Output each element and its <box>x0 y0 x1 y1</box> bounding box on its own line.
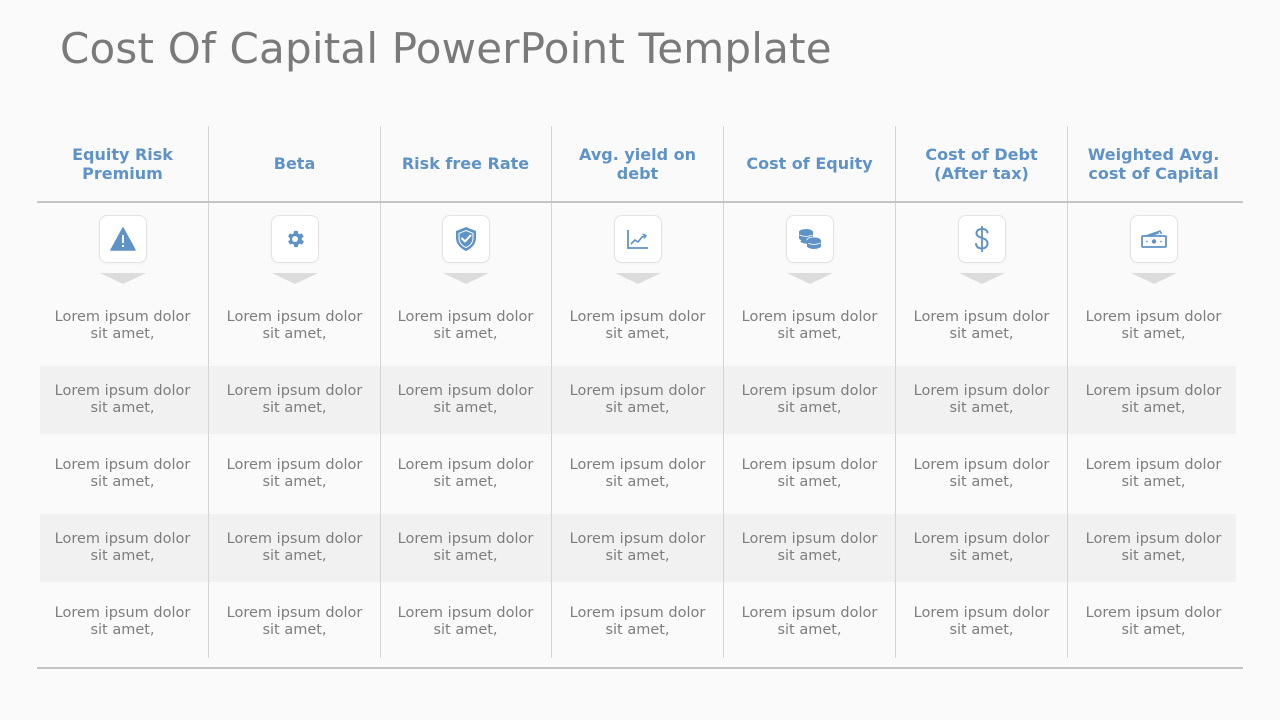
icon-tile <box>785 215 834 263</box>
page-title: Cost Of Capital PowerPoint Template <box>60 24 832 73</box>
table-cell: Lorem ipsum dolor sit amet, <box>741 457 878 490</box>
icon-tile <box>957 215 1006 263</box>
table-cell: Lorem ipsum dolor sit amet, <box>1085 531 1222 564</box>
table-cell: Lorem ipsum dolor sit amet, <box>226 531 363 564</box>
table-cell: Lorem ipsum dolor sit amet, <box>913 457 1050 490</box>
table-cell: Lorem ipsum dolor sit amet, <box>54 531 191 564</box>
table-cell: Lorem ipsum dolor sit amet, <box>569 383 706 416</box>
cost-of-capital-table: Equity Risk Premium Lorem ipsum dolor si… <box>37 126 1243 670</box>
table-cell: Lorem ipsum dolor sit amet, <box>741 309 878 342</box>
icon-tile <box>98 215 147 263</box>
column-header: Cost of Debt (After tax) <box>925 144 1038 183</box>
table-cell: Lorem ipsum dolor sit amet, <box>1085 605 1222 638</box>
column-header: Beta <box>273 154 316 173</box>
table-cell: Lorem ipsum dolor sit amet, <box>397 605 534 638</box>
table-cell: Lorem ipsum dolor sit amet, <box>397 457 534 490</box>
pointer-arrow <box>99 273 146 284</box>
pointer-arrow <box>958 273 1005 284</box>
table-cell: Lorem ipsum dolor sit amet, <box>226 309 363 342</box>
table-cell: Lorem ipsum dolor sit amet, <box>741 383 878 416</box>
table-cell: Lorem ipsum dolor sit amet, <box>54 605 191 638</box>
table-cell: Lorem ipsum dolor sit amet, <box>54 383 191 416</box>
table-cell: Lorem ipsum dolor sit amet, <box>397 531 534 564</box>
table-cell: Lorem ipsum dolor sit amet, <box>226 383 363 416</box>
table-cell: Lorem ipsum dolor sit amet, <box>741 605 878 638</box>
icon-tile <box>613 215 662 263</box>
table-cell: Lorem ipsum dolor sit amet, <box>913 383 1050 416</box>
table-cell: Lorem ipsum dolor sit amet, <box>226 457 363 490</box>
table-cell: Lorem ipsum dolor sit amet, <box>569 605 706 638</box>
table-cell: Lorem ipsum dolor sit amet, <box>913 605 1050 638</box>
column-header: Equity Risk Premium <box>72 144 173 183</box>
column-header: Risk free Rate <box>401 154 530 173</box>
dollar-icon <box>974 226 989 252</box>
table-cell: Lorem ipsum dolor sit amet, <box>913 531 1050 564</box>
pointer-arrow <box>442 273 489 284</box>
table-cell: Lorem ipsum dolor sit amet, <box>397 383 534 416</box>
cash-icon <box>1140 230 1167 248</box>
icon-tile <box>441 215 490 263</box>
column-header: Avg. yield on debt <box>579 144 696 183</box>
table-cell: Lorem ipsum dolor sit amet, <box>54 457 191 490</box>
icon-tile <box>1129 215 1178 263</box>
pointer-arrow <box>614 273 661 284</box>
warning-icon <box>109 227 136 251</box>
pointer-arrow <box>271 273 318 284</box>
table-cell: Lorem ipsum dolor sit amet, <box>397 309 534 342</box>
table-cell: Lorem ipsum dolor sit amet, <box>569 309 706 342</box>
header-divider <box>37 201 1243 203</box>
icon-tile <box>270 215 319 263</box>
table-cell: Lorem ipsum dolor sit amet, <box>1085 309 1222 342</box>
table-cell: Lorem ipsum dolor sit amet, <box>569 531 706 564</box>
gear-icon <box>287 230 304 248</box>
table-cell: Lorem ipsum dolor sit amet, <box>226 605 363 638</box>
table-cell: Lorem ipsum dolor sit amet, <box>569 457 706 490</box>
table-bottom-rule <box>37 667 1243 669</box>
coins-icon <box>798 229 821 249</box>
column-header: Cost of Equity <box>746 154 873 173</box>
table-cell: Lorem ipsum dolor sit amet, <box>54 309 191 342</box>
shield-check-icon <box>455 227 476 251</box>
table-cell: Lorem ipsum dolor sit amet, <box>913 309 1050 342</box>
table-cell: Lorem ipsum dolor sit amet, <box>1085 383 1222 416</box>
column-header: Weighted Avg. cost of Capital <box>1087 144 1220 183</box>
pointer-arrow <box>786 273 833 284</box>
line-chart-icon <box>626 230 648 249</box>
table-cell: Lorem ipsum dolor sit amet, <box>741 531 878 564</box>
table-cell: Lorem ipsum dolor sit amet, <box>1085 457 1222 490</box>
pointer-arrow <box>1130 273 1177 284</box>
